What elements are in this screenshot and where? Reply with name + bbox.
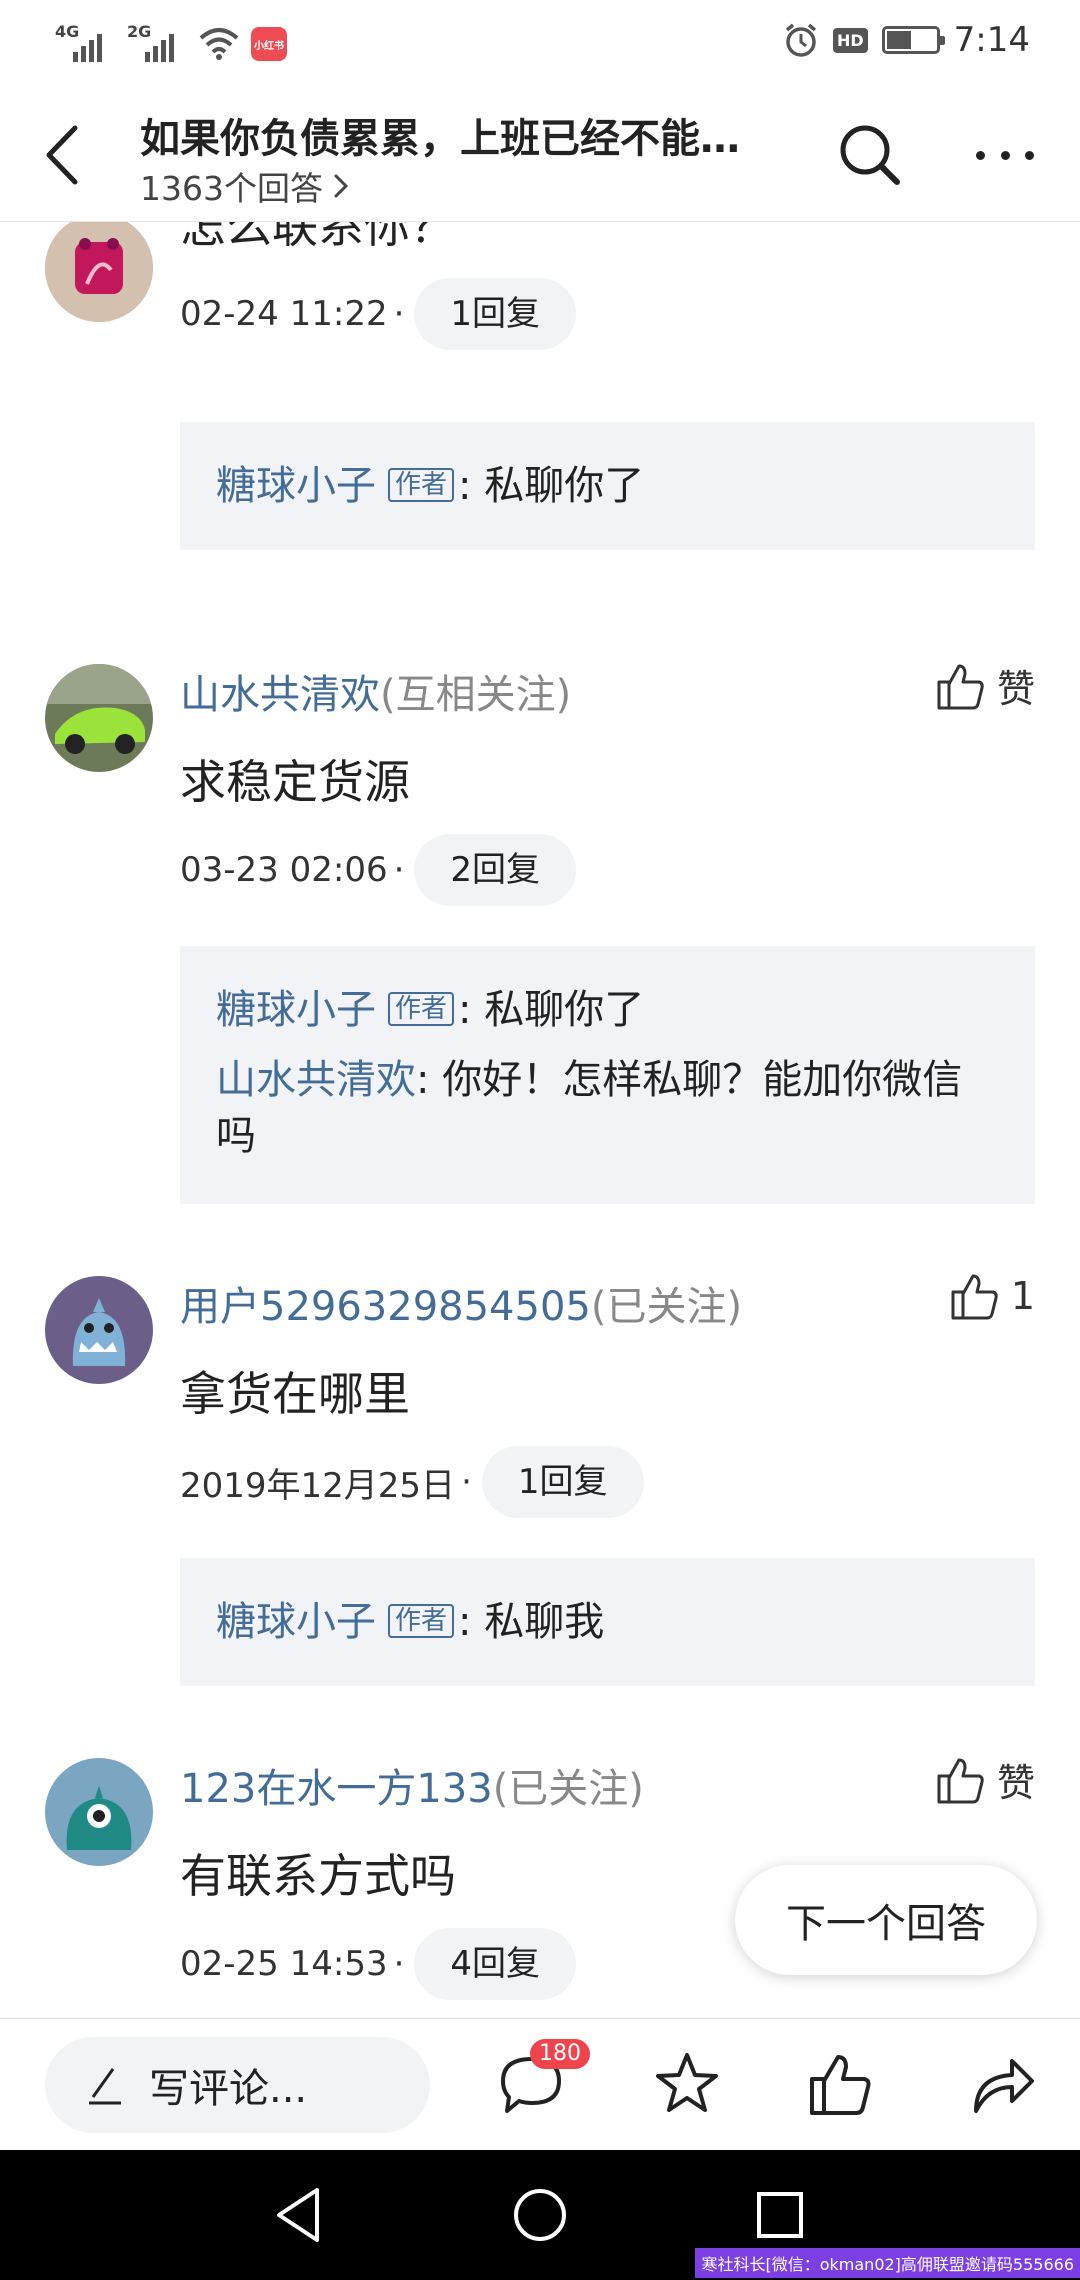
reply-line: 糖球小子 作者: 私聊你了 [216,458,999,514]
reply-count-button[interactable]: 4回复 [414,1928,577,2000]
question-title[interactable]: 如果你负债累累，上班已经不能… [140,106,780,164]
wifi-icon [199,28,239,60]
author-tag: 作者 [388,992,455,1026]
avatar[interactable] [45,1758,153,1866]
clock: 7:14 [953,20,1030,60]
comment-meta: 03-23 02:06 · 2回复 [180,834,577,906]
like-button[interactable]: 赞 [935,1752,1035,1807]
reply-text: : 私聊你了 [458,987,645,1033]
comment-time: 03-23 02:06 [180,850,388,890]
like-label: 赞 [996,1761,1035,1805]
reply-text: : 私聊我 [458,1599,605,1645]
thumbs-up-icon[interactable] [806,2049,876,2119]
chevron-right-icon [334,174,349,198]
star-icon[interactable] [652,2049,722,2119]
comment-meta: 2019年12月25日 · 1回复 [180,1446,644,1518]
answer-comments-page: 4G 2G 小红书 HD 7:14 如果你负债累累，上班已经不能… 1363个回… [0,0,1080,2280]
pen-icon [89,2068,121,2105]
reply-line: 糖球小子 作者: 私聊我 [216,1594,999,1650]
search-icon[interactable] [835,120,905,190]
avatar[interactable] [45,664,153,772]
relation-label: (已关注) [590,1284,743,1330]
reply-user[interactable]: 糖球小子 [216,1599,376,1645]
like-label: 赞 [996,667,1035,711]
reply-line: 山水共清欢: 你好！怎样私聊？能加你微信吗 [216,1052,999,1164]
alarm-icon [785,23,817,57]
signal-2g-icon: 2G [127,22,187,66]
comment-count-badge: 180 [530,2039,590,2069]
comment-user[interactable]: 用户5296329854505 [180,1284,591,1330]
battery-icon [881,26,945,54]
reply-count-button[interactable]: 1回复 [481,1446,644,1518]
thumbs-up-icon [937,1758,984,1803]
answer-count-link[interactable]: 1363个回答 [140,162,353,210]
comment-user[interactable]: 山水共清欢 [180,672,380,718]
comment-time: 2019年12月25日 [180,1465,456,1506]
comment-header: 山水共清欢(互相关注) [180,662,571,720]
status-bar: 4G 2G 小红书 HD 7:14 [0,0,1080,90]
back-arrow-icon[interactable] [35,120,95,190]
comment-time: 02-25 14:53 [180,1944,388,1984]
reply-user[interactable]: 糖球小子 [216,987,376,1033]
like-button[interactable]: 赞 [935,658,1035,713]
comment-text: 有联系方式吗 [180,1849,456,1903]
system-navigation-bar: 寒社科长[微信：okman02]高佣联盟邀请码555666 [0,2150,1080,2280]
hd-icon: HD [832,27,868,53]
write-comment-input[interactable]: 写评论... [45,2037,430,2133]
comment-meta: 02-25 14:53 · 4回复 [180,1928,577,2000]
avatar[interactable] [45,1276,153,1384]
write-comment-placeholder: 写评论... [149,2066,308,2112]
comment-text: 拿货在哪里 [180,1367,410,1421]
comment-header: 用户5296329854505(已关注) [180,1274,742,1332]
like-button[interactable]: 1 [949,1270,1035,1322]
nav-home-icon[interactable] [505,2180,575,2250]
more-icon[interactable] [970,130,1040,180]
thumbs-up-icon [937,664,984,709]
comment-list: 怎么联系你？ 02-24 11:22 · 1回复 糖球小子 作者: 私聊你了 山… [0,222,1080,2018]
comment-time: 02-24 11:22 [180,294,388,334]
relation-label: (已关注) [492,1766,644,1812]
bottom-action-bar: 写评论... 180 [0,2018,1080,2150]
comment-user[interactable]: 123在水一方133 [180,1766,493,1812]
meta-separator: · [393,1944,405,1984]
watermark-text: 寒社科长[微信：okman02]高佣联盟邀请码555666 [695,2248,1080,2278]
reply-user[interactable]: 山水共清欢 [216,1057,416,1103]
thumbs-up-icon [951,1274,998,1320]
meta-separator: · [393,294,405,334]
reply-line: 糖球小子 作者: 私聊你了 [216,982,999,1038]
reply-user[interactable]: 糖球小子 [216,463,376,509]
share-icon[interactable] [968,2049,1038,2119]
next-answer-button[interactable]: 下一个回答 [735,1865,1037,1975]
reply-box[interactable]: 糖球小子 作者: 私聊我 [180,1558,1035,1686]
author-tag: 作者 [388,468,455,502]
nav-recents-icon[interactable] [745,2180,815,2250]
relation-label: (互相关注) [380,672,572,718]
meta-separator: · [461,1462,472,1502]
reply-box[interactable]: 糖球小子 作者: 私聊你了 [180,422,1035,550]
like-count: 1 [1010,1274,1035,1318]
reply-count-button[interactable]: 2回复 [414,834,577,906]
comment-header: 123在水一方133(已关注) [180,1756,644,1814]
author-tag: 作者 [388,1604,455,1638]
nav-bar: 如果你负债累累，上班已经不能… 1363个回答 [0,90,1080,222]
reply-count-button[interactable]: 1回复 [414,278,577,350]
reply-box[interactable]: 糖球小子 作者: 私聊你了 山水共清欢: 你好！怎样私聊？能加你微信吗 [180,946,1035,1204]
reply-text: : 私聊你了 [458,463,645,509]
signal-4g-icon: 4G [55,22,115,66]
answer-count: 1363个回答 [140,169,323,208]
comment-text: 求稳定货源 [180,755,410,809]
comment-meta: 02-24 11:22 · 1回复 [180,278,577,350]
comment-text: 怎么联系你？ [180,222,456,253]
meta-separator: · [393,850,405,890]
app-notification-icon: 小红书 [251,27,287,61]
avatar[interactable] [45,222,153,322]
nav-back-icon[interactable] [265,2180,335,2250]
